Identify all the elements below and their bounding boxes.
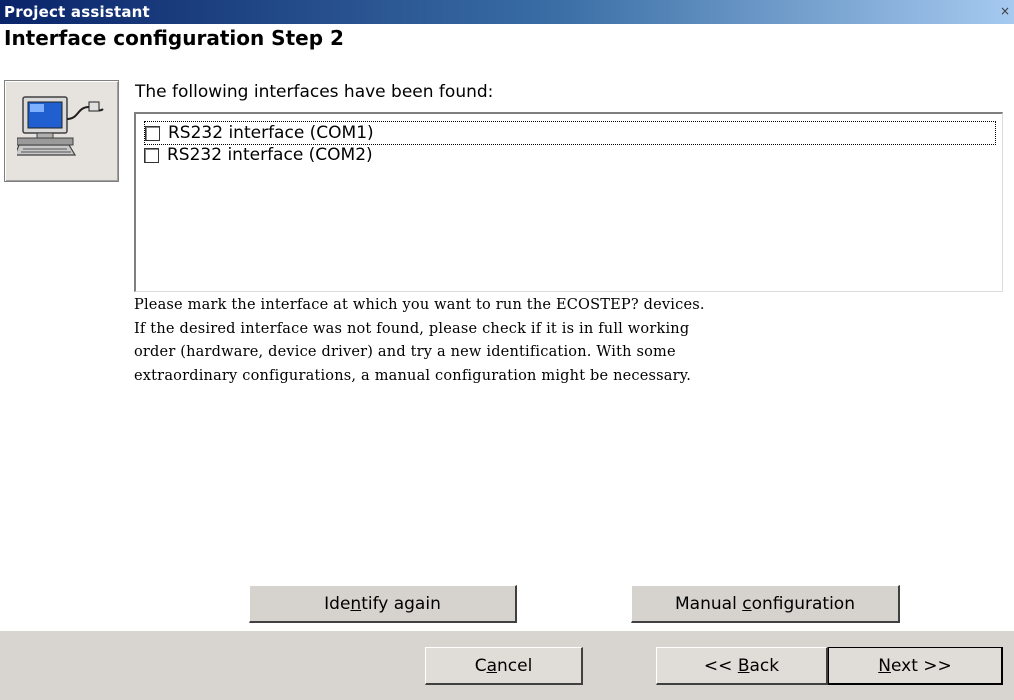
back-button[interactable]: << Back xyxy=(656,647,828,685)
page-title: Interface configuration Step 2 xyxy=(4,26,344,50)
intro-text: The following interfaces have been found… xyxy=(135,82,494,102)
button-label: Manual configuration xyxy=(675,593,855,614)
identify-again-button[interactable]: Identify again xyxy=(249,585,517,623)
instruction-line: order (hardware, device driver) and try … xyxy=(134,344,676,360)
instruction-line: extraordinary configurations, a manual c… xyxy=(134,367,692,384)
button-label: << Back xyxy=(703,655,780,676)
manual-configuration-button[interactable]: Manual configuration xyxy=(631,585,900,623)
interface-label: RS232 interface (COM2) xyxy=(167,145,373,165)
button-label: Cancel xyxy=(474,655,533,676)
cancel-button[interactable]: Cancel xyxy=(425,647,583,685)
step-icon-panel xyxy=(4,80,119,182)
list-item[interactable]: RS232 interface (COM1) xyxy=(144,121,996,145)
close-icon[interactable]: × xyxy=(998,4,1012,19)
interface-label: RS232 interface (COM1) xyxy=(168,123,374,143)
window-title: Project assistant xyxy=(4,3,150,21)
interface-checkbox-com1[interactable] xyxy=(145,125,160,141)
instruction-line: If the desired interface was not found, … xyxy=(134,320,690,337)
list-item[interactable]: RS232 interface (COM2) xyxy=(144,144,373,166)
instruction-line: Please mark the interface at which you w… xyxy=(134,297,705,313)
interface-list[interactable]: RS232 interface (COM1) RS232 interface (… xyxy=(134,112,1003,292)
button-label: Identify again xyxy=(324,593,441,614)
next-button[interactable]: Next >> xyxy=(828,647,1003,685)
instructions-text: Please mark the interface at which you w… xyxy=(134,294,1004,388)
computer-connection-icon xyxy=(17,96,104,156)
title-bar: Project assistant × xyxy=(0,0,1014,24)
interface-checkbox-com2[interactable] xyxy=(144,147,159,163)
button-label: Next >> xyxy=(878,655,952,676)
